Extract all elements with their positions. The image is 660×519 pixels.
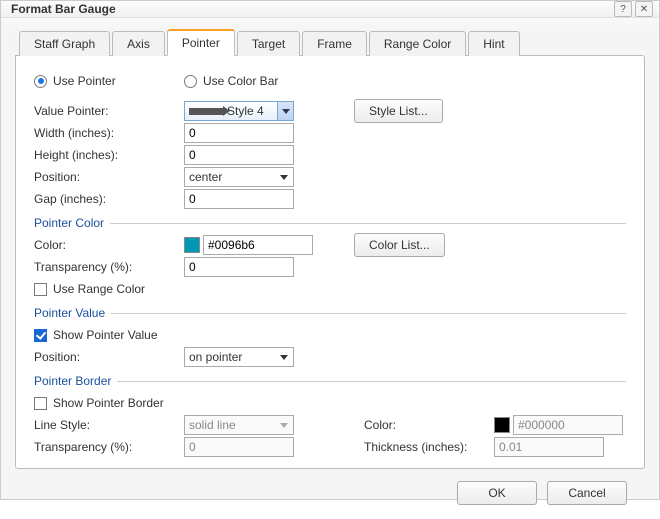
- section-pointer-color-label: Pointer Color: [34, 216, 104, 230]
- position-value: center: [189, 170, 222, 184]
- tab-pointer[interactable]: Pointer: [167, 29, 235, 56]
- border-color-label: Color:: [364, 418, 494, 432]
- position-label: Position:: [34, 170, 184, 184]
- titlebar: Format Bar Gauge ? ✕: [1, 1, 659, 18]
- line-style-value: solid line: [189, 418, 236, 432]
- transparency-label: Transparency (%):: [34, 260, 184, 274]
- section-pointer-value-label: Pointer Value: [34, 306, 105, 320]
- chevron-down-icon: [280, 355, 288, 360]
- width-input[interactable]: [184, 123, 294, 143]
- gap-input[interactable]: [184, 189, 294, 209]
- use-pointer-label: Use Pointer: [53, 74, 116, 88]
- checkbox-icon: [34, 397, 47, 410]
- use-pointer-radio[interactable]: Use Pointer: [34, 74, 184, 88]
- use-range-color-checkbox[interactable]: Use Range Color: [34, 282, 145, 296]
- radio-icon: [34, 75, 47, 88]
- gap-label: Gap (inches):: [34, 192, 184, 206]
- tab-strip: Staff Graph Axis Pointer Target Frame Ra…: [15, 28, 645, 55]
- tab-frame[interactable]: Frame: [302, 31, 367, 56]
- divider: [117, 381, 626, 382]
- divider: [110, 223, 626, 224]
- dialog-title: Format Bar Gauge: [11, 2, 611, 16]
- cancel-button[interactable]: Cancel: [547, 481, 627, 505]
- border-transparency-label: Transparency (%):: [34, 440, 184, 454]
- chevron-down-icon: [282, 109, 290, 114]
- value-pointer-label: Value Pointer:: [34, 104, 184, 118]
- tab-range-color[interactable]: Range Color: [369, 31, 466, 56]
- tab-target[interactable]: Target: [237, 31, 300, 56]
- pointer-style-icon: [189, 108, 223, 115]
- checkbox-icon: [34, 283, 47, 296]
- chevron-down-icon: [280, 423, 288, 428]
- show-pointer-value-checkbox[interactable]: Show Pointer Value: [34, 328, 158, 342]
- line-style-select[interactable]: solid line: [184, 415, 294, 435]
- help-icon[interactable]: ?: [614, 1, 632, 17]
- color-list-button[interactable]: Color List...: [354, 233, 445, 257]
- section-pointer-value: Pointer Value: [34, 306, 626, 320]
- show-pointer-border-checkbox[interactable]: Show Pointer Border: [34, 396, 164, 410]
- tab-axis[interactable]: Axis: [112, 31, 165, 56]
- close-icon[interactable]: ✕: [635, 1, 653, 17]
- tab-hint[interactable]: Hint: [468, 31, 519, 56]
- width-label: Width (inches):: [34, 126, 184, 140]
- use-color-bar-label: Use Color Bar: [203, 74, 278, 88]
- use-range-color-label: Use Range Color: [53, 282, 145, 296]
- thickness-label: Thickness (inches):: [364, 440, 494, 454]
- ok-button[interactable]: OK: [457, 481, 537, 505]
- section-pointer-border: Pointer Border: [34, 374, 626, 388]
- dialog-footer: OK Cancel: [15, 469, 645, 519]
- border-transparency-input[interactable]: [184, 437, 294, 457]
- section-pointer-color: Pointer Color: [34, 216, 626, 230]
- value-pointer-value: Style 4: [227, 104, 264, 118]
- chevron-down-icon: [280, 175, 288, 180]
- value-position-label: Position:: [34, 350, 184, 364]
- style-list-button[interactable]: Style List...: [354, 99, 443, 123]
- radio-icon: [184, 75, 197, 88]
- value-position-select[interactable]: on pointer: [184, 347, 294, 367]
- format-bar-gauge-dialog: Format Bar Gauge ? ✕ Staff Graph Axis Po…: [0, 0, 660, 500]
- use-color-bar-radio[interactable]: Use Color Bar: [184, 74, 334, 88]
- thickness-input[interactable]: [494, 437, 604, 457]
- color-label: Color:: [34, 238, 184, 252]
- value-position-value: on pointer: [189, 350, 242, 364]
- line-style-label: Line Style:: [34, 418, 184, 432]
- height-label: Height (inches):: [34, 148, 184, 162]
- border-color-swatch[interactable]: [494, 417, 510, 433]
- tab-staff-graph[interactable]: Staff Graph: [19, 31, 110, 56]
- checkbox-icon: [34, 329, 47, 342]
- section-pointer-border-label: Pointer Border: [34, 374, 111, 388]
- transparency-input[interactable]: [184, 257, 294, 277]
- color-swatch[interactable]: [184, 237, 200, 253]
- border-color-input[interactable]: [513, 415, 623, 435]
- tab-panel-pointer: Use Pointer Use Color Bar Value Pointer:: [15, 55, 645, 469]
- show-pointer-value-label: Show Pointer Value: [53, 328, 158, 342]
- value-pointer-select[interactable]: Style 4: [184, 101, 294, 121]
- dialog-content: Staff Graph Axis Pointer Target Frame Ra…: [1, 18, 659, 519]
- divider: [111, 313, 626, 314]
- color-input[interactable]: [203, 235, 313, 255]
- position-select[interactable]: center: [184, 167, 294, 187]
- show-pointer-border-label: Show Pointer Border: [53, 396, 164, 410]
- height-input[interactable]: [184, 145, 294, 165]
